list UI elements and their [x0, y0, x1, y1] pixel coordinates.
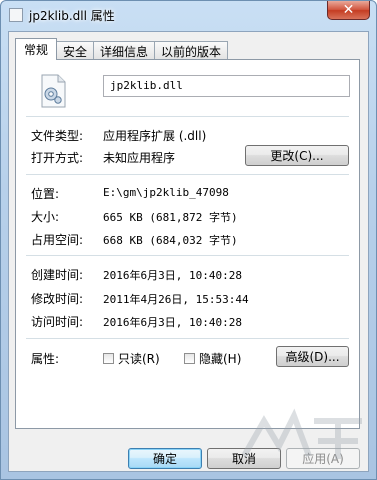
properties-window: jp2klib.dll 属性 ✕ 常规 安全 详细信息 以前的版本 jp2kli…	[0, 0, 377, 480]
change-button[interactable]: 更改(C)...	[245, 145, 349, 166]
size-label: 大小:	[31, 210, 60, 224]
divider	[26, 338, 349, 339]
tab-details[interactable]: 详细信息	[93, 41, 156, 60]
divider	[26, 255, 349, 256]
open-with-label: 打开方式:	[31, 151, 84, 165]
advanced-button[interactable]: 高级(D)...	[276, 346, 349, 367]
tab-security[interactable]: 安全	[56, 41, 95, 60]
window-title: jp2klib.dll 属性	[29, 9, 115, 23]
created-value: 2016年6月3日, 10:40:28	[103, 269, 242, 282]
divider	[26, 174, 349, 175]
accessed-label: 访问时间:	[31, 315, 84, 329]
size-value: 665 KB (681,872 字节)	[103, 211, 238, 224]
tab-bar: 常规 安全 详细信息 以前的版本	[15, 38, 229, 60]
created-label: 创建时间:	[31, 268, 84, 282]
size-on-disk-value: 668 KB (684,032 字节)	[103, 234, 238, 247]
close-button[interactable]: ✕	[327, 1, 370, 20]
modified-label: 修改时间:	[31, 292, 84, 306]
location-label: 位置:	[31, 187, 60, 201]
filename-field[interactable]: jp2klib.dll	[103, 75, 350, 97]
title-bar[interactable]: jp2klib.dll 属性 ✕	[1, 1, 376, 29]
hidden-checkbox[interactable]: 隐藏(H)	[184, 350, 241, 367]
file-icon	[9, 8, 23, 22]
attributes-label: 属性:	[31, 352, 60, 366]
tab-previous-versions[interactable]: 以前的版本	[154, 41, 229, 60]
size-on-disk-label: 占用空间:	[31, 233, 84, 247]
checkbox-box[interactable]	[103, 353, 114, 364]
close-icon: ✕	[342, 2, 355, 18]
hidden-label: 隐藏(H)	[199, 352, 242, 366]
modified-value: 2011年4月26日, 15:53:44	[103, 293, 249, 306]
file-type-value: 应用程序扩展 (.dll)	[103, 129, 207, 143]
accessed-value: 2016年6月3日, 10:40:28	[103, 316, 242, 329]
ok-button[interactable]: 确定	[128, 448, 202, 469]
readonly-checkbox[interactable]: 只读(R)	[103, 350, 160, 367]
location-value: E:\gm\jp2klib_47098	[103, 186, 229, 199]
general-panel: jp2klib.dll 文件类型: 应用程序扩展 (.dll) 打开方式: 未知…	[15, 59, 360, 429]
file-type-label: 文件类型:	[31, 129, 84, 143]
divider	[26, 116, 349, 117]
readonly-label: 只读(R)	[118, 352, 160, 366]
watermark-logo	[241, 408, 362, 459]
open-with-value: 未知应用程序	[103, 151, 176, 165]
dll-file-icon	[41, 74, 66, 108]
tab-general[interactable]: 常规	[15, 38, 58, 60]
checkbox-box[interactable]	[184, 353, 195, 364]
